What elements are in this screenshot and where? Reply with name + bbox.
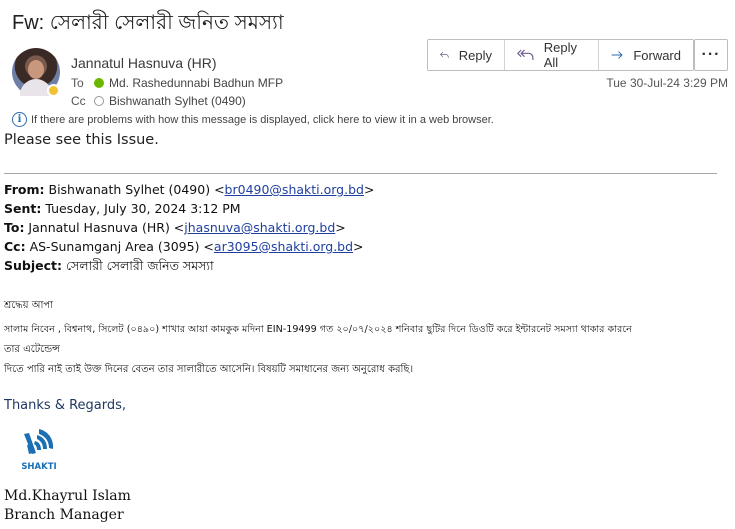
- fwd-sent-value: Tuesday, July 30, 2024 3:12 PM: [41, 201, 241, 216]
- presence-available-icon: [94, 78, 104, 88]
- fwd-subject-value: সেলারী সেলারী জনিত সমস্যা: [62, 258, 214, 273]
- fwd-to-email[interactable]: jhasnuva@shakti.org.bd: [184, 220, 335, 235]
- greeting-text: Please see this Issue.: [4, 132, 159, 148]
- fwd-to-label: To:: [4, 220, 25, 235]
- to-label: To: [71, 76, 84, 90]
- fwd-cc-end: >: [353, 239, 364, 254]
- forward-label: Forward: [633, 47, 681, 63]
- fwd-from-label: From:: [4, 182, 45, 197]
- salutation-text: শ্রদ্ধেয় আপা: [4, 300, 54, 311]
- info-icon: i: [12, 112, 27, 127]
- reply-all-label: Reply All: [543, 40, 577, 70]
- fwd-from-name: Bishwanath Sylhet (0490) <: [44, 182, 225, 197]
- fwd-from-end: >: [363, 182, 375, 197]
- info-bar-text[interactable]: If there are problems with how this mess…: [31, 114, 494, 126]
- avatar-face: [28, 60, 44, 79]
- fwd-from-email[interactable]: br0490@shakti.org.bd: [225, 182, 364, 197]
- reply-toolbar: Reply Reply All Forward: [427, 39, 694, 71]
- signature-name: Md.Khayrul Islam: [4, 488, 131, 504]
- fwd-sent-line: Sent: Tuesday, July 30, 2024 3:12 PM: [4, 201, 241, 216]
- presence-offline-icon: [94, 96, 104, 106]
- info-bar[interactable]: i If there are problems with how this me…: [12, 112, 494, 127]
- message-datetime: Tue 30-Jul-24 3:29 PM: [606, 76, 728, 90]
- more-actions-button[interactable]: ···: [694, 39, 728, 71]
- reply-all-icon: [517, 49, 534, 61]
- forward-divider: [4, 173, 717, 174]
- fwd-sent-label: Sent:: [4, 201, 42, 216]
- fwd-cc-email[interactable]: ar3095@shakti.org.bd: [214, 239, 353, 254]
- body-line-1: সালাম নিবেন , বিশ্বনাথ, সিলেট (০৪৯০) শাখ…: [4, 324, 632, 335]
- fwd-cc-label: Cc:: [4, 239, 26, 254]
- to-recipient[interactable]: Md. Rashedunnabi Badhun MFP: [109, 76, 283, 90]
- fwd-to-name: Jannatul Hasnuva (HR) <: [24, 220, 185, 235]
- reply-label: Reply: [458, 47, 492, 63]
- cc-label: Cc: [71, 94, 86, 108]
- fwd-cc-line: Cc: AS-Sunamganj Area (3095) <ar3095@sha…: [4, 239, 364, 254]
- cc-row: Cc Bishwanath Sylhet (0490): [71, 94, 246, 108]
- signature-title: Branch Manager: [4, 507, 124, 523]
- thanks-text: Thanks & Regards,: [4, 398, 127, 413]
- fwd-subject-label: Subject:: [4, 258, 62, 273]
- presence-status-icon: [47, 84, 60, 97]
- cc-recipient[interactable]: Bishwanath Sylhet (0490): [109, 94, 246, 108]
- reply-icon: [440, 51, 449, 58]
- reply-button[interactable]: Reply: [428, 40, 505, 70]
- logo-text: SHAKTI: [21, 462, 56, 472]
- to-row: To Md. Rashedunnabi Badhun MFP: [71, 76, 283, 90]
- fwd-to-end: >: [335, 220, 346, 235]
- sender-name[interactable]: Jannatul Hasnuva (HR): [71, 55, 217, 71]
- message-subject: Fw: সেলারী সেলারী জনিত সমস্যা: [12, 12, 284, 34]
- shakti-logo: SHAKTI: [21, 429, 57, 472]
- forward-arrow-icon: [611, 51, 623, 59]
- fwd-from-line: From: Bishwanath Sylhet (0490) <br0490@s…: [4, 182, 374, 197]
- reply-all-button[interactable]: Reply All: [505, 40, 599, 70]
- body-line-3: দিতে পারি নাই তাই উক্ত দিনের বেতন তার সা…: [4, 364, 414, 375]
- forward-button[interactable]: Forward: [599, 40, 693, 70]
- fwd-cc-name: AS-Sunamganj Area (3095) <: [25, 239, 214, 254]
- body-line-2: তার এটেন্ডেন্স: [4, 344, 61, 355]
- fwd-subject-line: Subject: সেলারী সেলারী জনিত সমস্যা: [4, 258, 214, 278]
- fwd-to-line: To: Jannatul Hasnuva (HR) <jhasnuva@shak…: [4, 220, 346, 235]
